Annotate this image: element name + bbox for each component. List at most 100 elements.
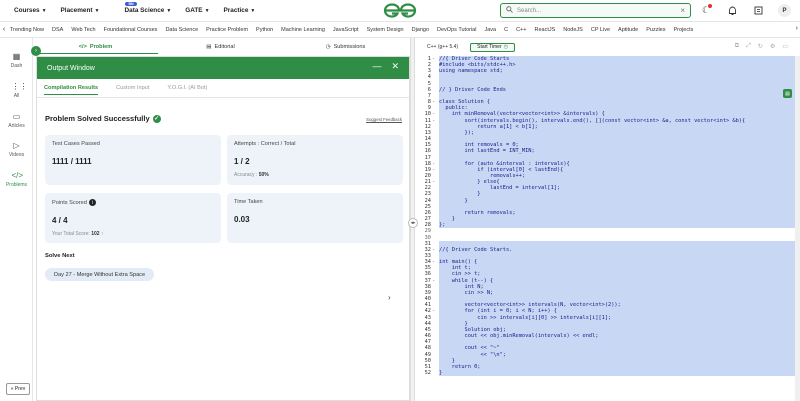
topic-link[interactable]: Foundational Courses	[104, 27, 158, 33]
chevron-left-icon[interactable]: ‹	[0, 26, 8, 33]
time-card: Time Taken 0.03	[227, 193, 403, 243]
topic-link[interactable]: ReactJS	[534, 27, 555, 33]
chevron-down-icon: ▼	[166, 8, 172, 14]
code-icon: </>	[11, 171, 24, 180]
solve-next-heading: Solve Next	[45, 253, 75, 259]
sidebar-item-articles[interactable]: ▭ Articles	[0, 112, 33, 129]
collapse-icon[interactable]: ›	[31, 46, 41, 56]
search-input[interactable]: Search...	[517, 8, 541, 14]
arrow-up-icon: ↑	[100, 231, 104, 237]
tab-label: Submissions	[333, 44, 366, 50]
chevron-down-icon: ▼	[41, 8, 47, 14]
code-line[interactable]: 52}	[415, 369, 800, 377]
sidebar-item-label: Articles	[8, 123, 25, 129]
clear-icon[interactable]: ×	[680, 6, 685, 15]
avatar[interactable]: P	[778, 4, 791, 17]
chevron-right-icon[interactable]: ›	[796, 25, 798, 32]
topic-link[interactable]: CP Live	[591, 27, 610, 33]
sidebar-item-all[interactable]: ⋮⋮ All	[0, 82, 33, 99]
grid-icon: ⋮⋮	[11, 82, 28, 91]
info-icon[interactable]: i	[88, 199, 96, 206]
topic-link[interactable]: DSA	[52, 27, 63, 33]
tab-yogi-ai-bot[interactable]: Y.O.G.I. (AI Bot)	[167, 85, 207, 91]
topic-link[interactable]: C++	[516, 27, 526, 33]
language-select[interactable]: C++ (g++ 5.4)	[427, 44, 458, 50]
tab-editorial[interactable]: ▤ Editorial	[158, 40, 283, 54]
solve-next-item[interactable]: Day 27 - Merge Without Extra Space	[45, 268, 155, 281]
topic-link[interactable]: JavaScript	[333, 27, 359, 33]
reset-icon[interactable]: ↻	[758, 43, 763, 50]
top-navbar: Courses ▼ Placement ▼ BNData Science ▼ GATE…	[0, 0, 800, 21]
topic-link[interactable]: Practice Problem	[206, 27, 248, 33]
topic-link[interactable]: Trending Now	[10, 27, 44, 33]
editor-toolbar: C++ (g++ 5.4) Start Timer ◷ ⧉ ⤢ ↻ ⚙ ▭	[415, 40, 800, 54]
chevron-down-icon: ▼	[94, 8, 100, 14]
card-label: Points Scored	[52, 199, 87, 206]
topic-links: Trending Now DSA Web Tech Foundational Cour…	[8, 27, 693, 33]
editor-scrollbar[interactable]	[795, 56, 800, 401]
expand-icon[interactable]: ▭	[782, 43, 788, 50]
start-timer-button[interactable]: Start Timer ◷	[470, 42, 515, 52]
tab-label: Problem	[89, 43, 113, 50]
search-box[interactable]: Search... ×	[500, 3, 691, 18]
menu-courses[interactable]: Courses ▼	[14, 7, 47, 14]
suggest-feedback-link[interactable]: Suggest Feedback	[366, 117, 402, 122]
card-label: Time Taken	[234, 199, 263, 205]
main-menu: Courses ▼ Placement ▼ BNData Science ▼ GATE…	[0, 2, 256, 14]
fullscreen-icon[interactable]: ⤢	[746, 43, 751, 50]
sidebar-item-videos[interactable]: ▷ Videos	[0, 141, 33, 158]
menu-gate[interactable]: GATE ▼	[185, 7, 209, 14]
theme-toggle-icon[interactable]: ☾	[700, 3, 712, 17]
topic-link[interactable]: Puzzles	[646, 27, 665, 33]
menu-placement[interactable]: Placement ▼	[61, 7, 100, 14]
topic-link[interactable]: Aptitude	[618, 27, 638, 33]
menu-label: Courses	[14, 7, 40, 14]
tab-compilation-results[interactable]: Compilation Results	[44, 85, 99, 95]
bookmark-icon[interactable]	[752, 5, 764, 17]
topic-link[interactable]: DevOps Tutorial	[437, 27, 476, 33]
clock-icon: ◷	[325, 44, 331, 50]
settings-icon[interactable]: ⚙	[770, 43, 775, 50]
tab-problem[interactable]: </> Problem	[33, 40, 158, 54]
prev-button[interactable]: « Prev	[6, 383, 30, 395]
sidebar-item-problems[interactable]: </> Problems	[0, 171, 33, 188]
video-icon: ▷	[13, 141, 20, 150]
output-window-title: Output Window	[47, 64, 95, 72]
minimize-icon[interactable]: —	[372, 61, 381, 72]
topic-link[interactable]: C	[504, 27, 508, 33]
topic-link[interactable]: Projects	[673, 27, 693, 33]
chat-icon[interactable]: ▤	[783, 89, 792, 98]
topic-link[interactable]: Python	[256, 27, 273, 33]
sidebar-item-dash[interactable]: ▦ Dash	[0, 52, 33, 69]
menu-label: Data Science	[124, 7, 165, 14]
gfg-logo[interactable]	[383, 3, 417, 18]
close-icon[interactable]: ✕	[391, 61, 399, 72]
menu-data-science[interactable]: BNData Science ▼	[113, 2, 172, 14]
resize-handle-icon[interactable]: ◂▸	[408, 218, 418, 228]
topic-link[interactable]: Java	[484, 27, 496, 33]
chevron-right-icon[interactable]: ›	[388, 293, 391, 302]
accuracy-line: Accuracy : 50%	[234, 172, 396, 178]
fold-marker[interactable]	[432, 370, 439, 376]
tab-custom-input[interactable]: Custom Input	[116, 85, 149, 91]
attempts-card: Attempts : Correct / Total 1 / 2 Accurac…	[227, 135, 403, 185]
problem-tabs: </> Problem ▤ Editorial ◷ Submissions	[33, 40, 408, 54]
menu-label: Placement	[60, 7, 93, 14]
accuracy-label: Accuracy :	[234, 172, 258, 178]
topic-link[interactable]: NodeJS	[563, 27, 583, 33]
bell-icon[interactable]	[726, 5, 738, 17]
sidebar-item-label: Problems	[5, 182, 28, 188]
output-tabs: Compilation Results Custom Input Y.O.G.I…	[37, 79, 409, 98]
topic-link[interactable]: Django	[412, 27, 429, 33]
topic-link[interactable]: Data Science	[165, 27, 198, 33]
sidebar-item-label: All	[13, 93, 20, 99]
code-editor[interactable]: 1-//{ Driver Code Starts 2 #include <bits/…	[415, 56, 800, 401]
menu-practice[interactable]: Practice ▼	[224, 7, 256, 14]
topic-link[interactable]: System Design	[367, 27, 404, 33]
tab-submissions[interactable]: ◷ Submissions	[283, 40, 408, 54]
copy-icon[interactable]: ⧉	[735, 43, 739, 50]
tab-label: Editorial	[214, 44, 235, 50]
topic-link[interactable]: Web Tech	[71, 27, 95, 33]
topic-link[interactable]: Machine Learning	[281, 27, 325, 33]
test-cases-card: Test Cases Passed 1111 / 1111	[45, 135, 221, 185]
